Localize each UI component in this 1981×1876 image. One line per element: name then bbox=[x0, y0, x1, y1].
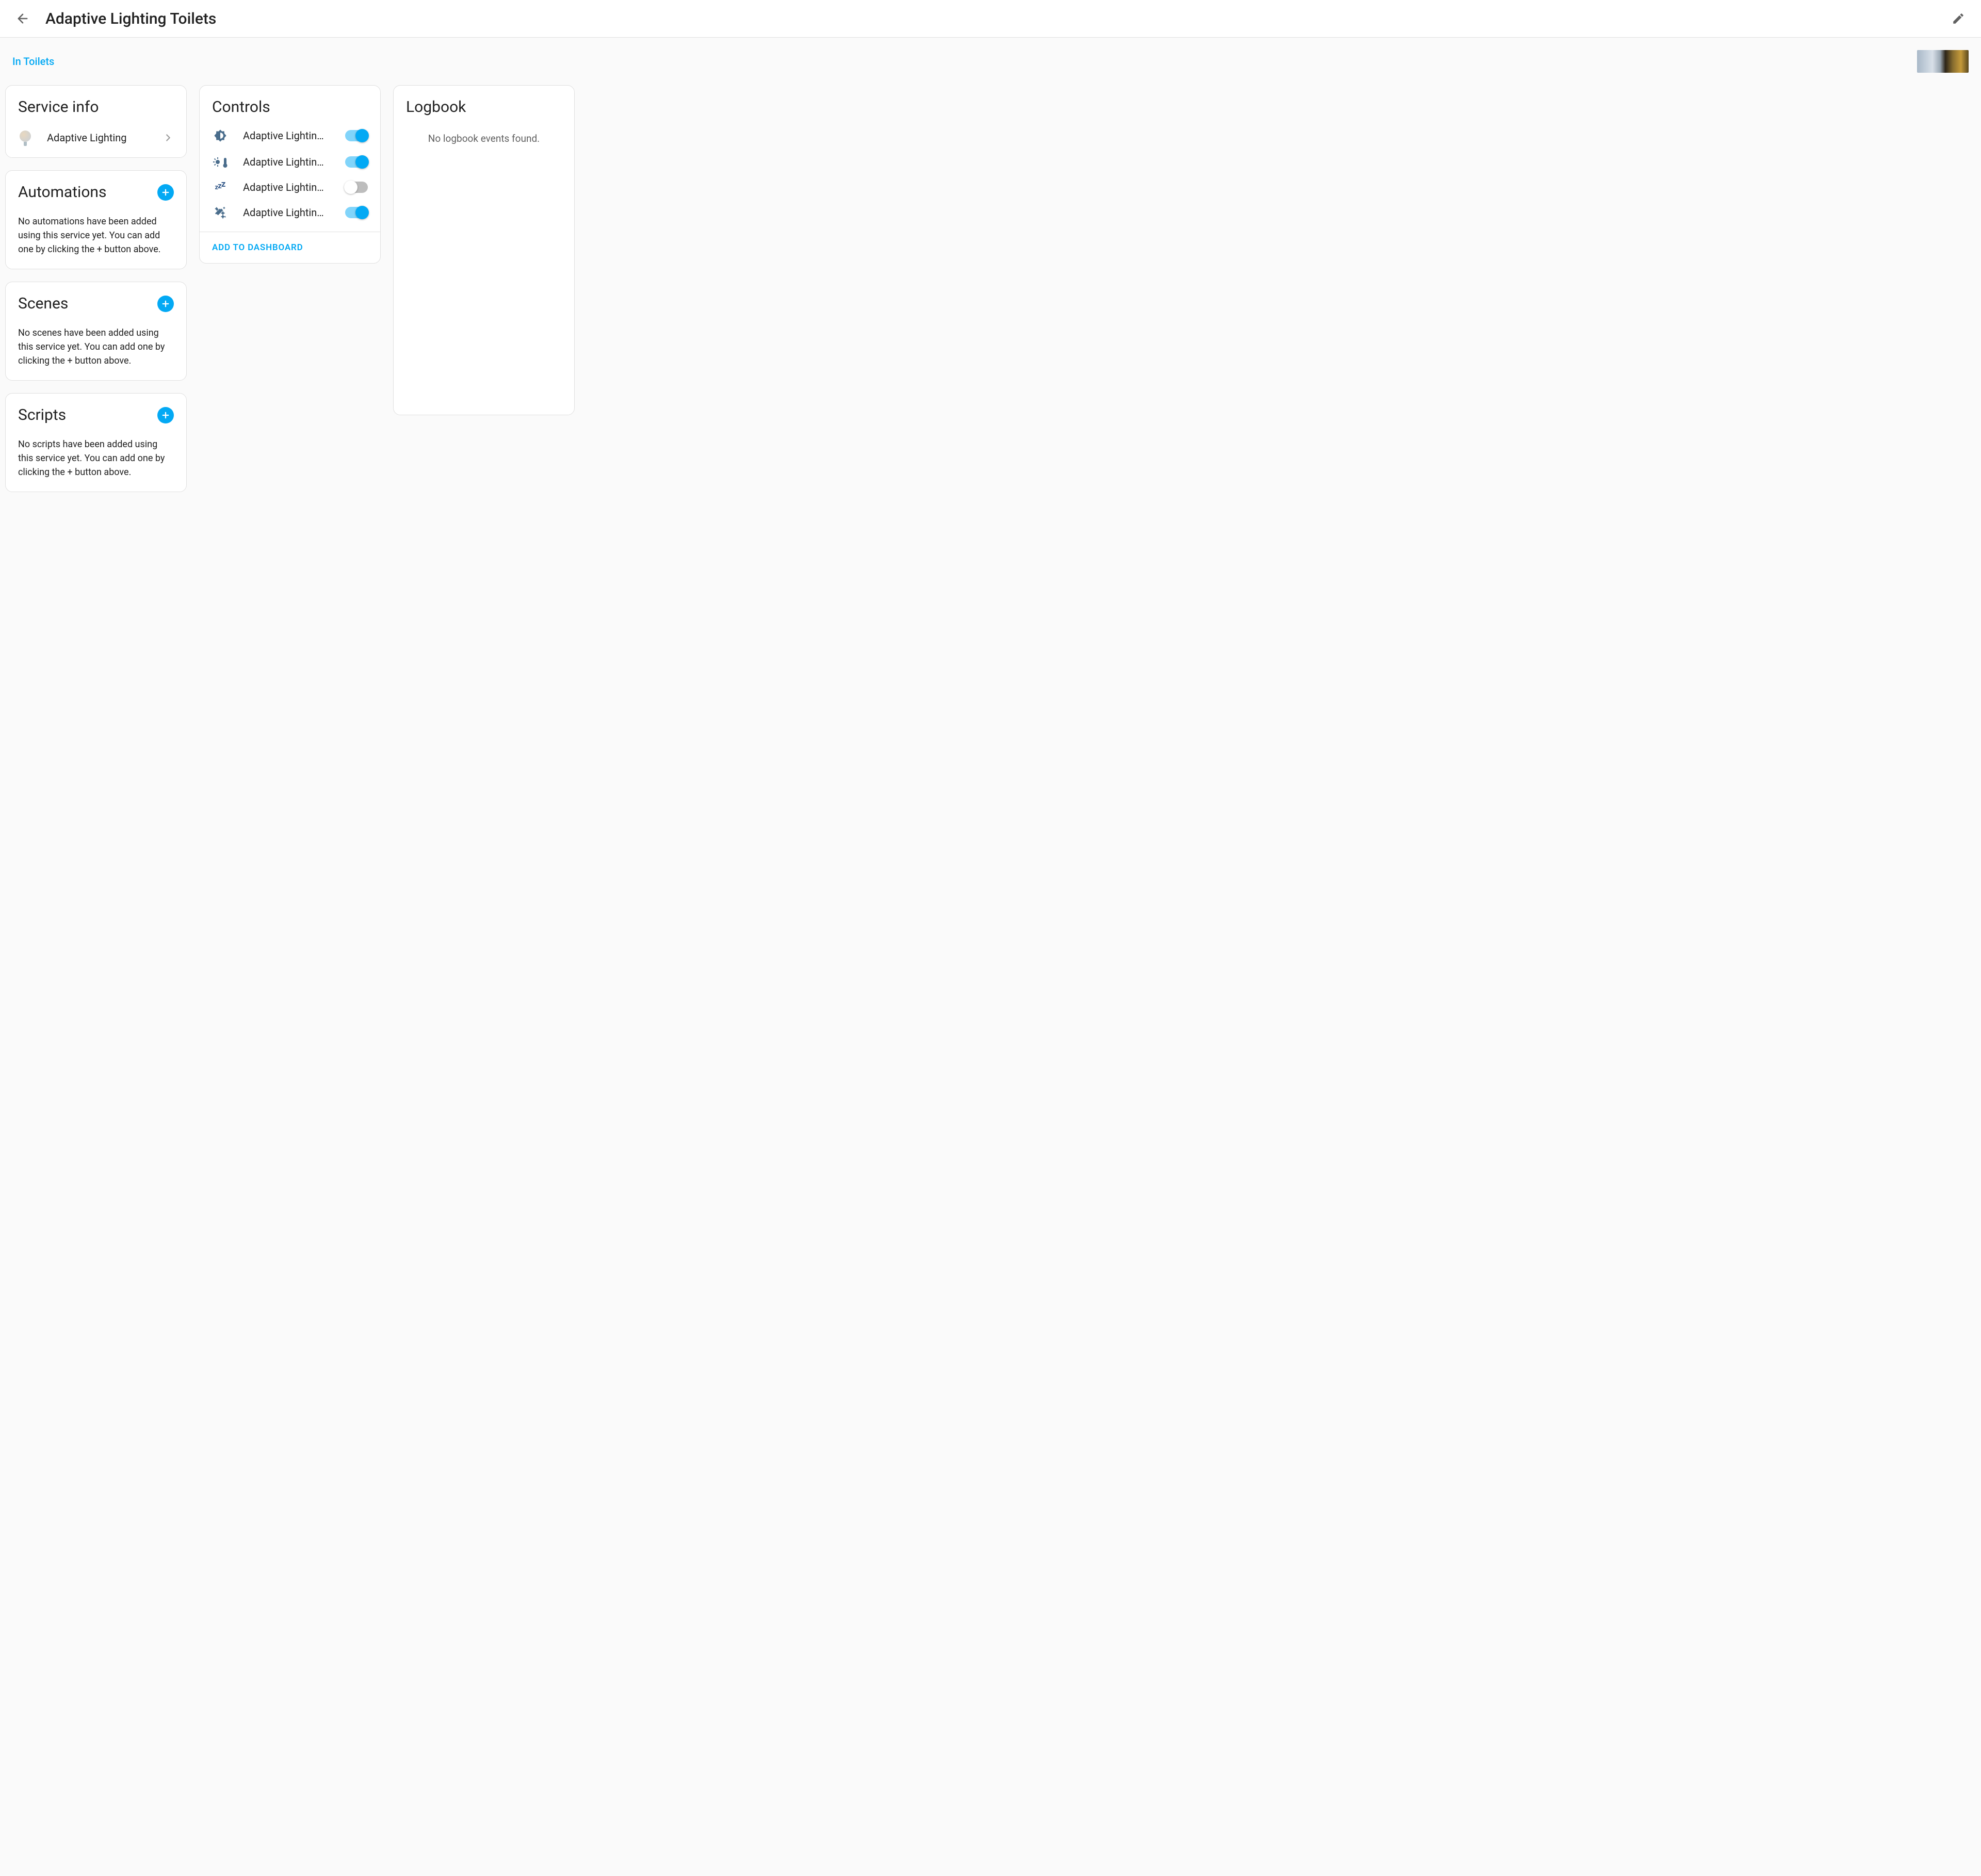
content-grid: Service info Adaptive Lighting Automatio… bbox=[0, 85, 1981, 504]
control-row: Adaptive Lightin… bbox=[200, 122, 380, 149]
control-row: Adaptive Lightin… bbox=[200, 149, 380, 175]
scripts-empty-text: No scripts have been added using this se… bbox=[6, 436, 186, 492]
sleep-icon: zzz bbox=[212, 183, 229, 192]
breadcrumb-row: In Toilets bbox=[0, 38, 1981, 85]
logbook-title: Logbook bbox=[394, 86, 574, 120]
service-info-row[interactable]: Adaptive Lighting bbox=[6, 120, 186, 157]
lightbulb-icon bbox=[18, 130, 33, 145]
column-right: Logbook No logbook events found. bbox=[393, 85, 575, 415]
scripts-title: Scripts bbox=[18, 406, 157, 424]
scripts-card: Scripts No scripts have been added using… bbox=[5, 393, 187, 492]
controls-title: Controls bbox=[200, 86, 380, 120]
service-info-title: Service info bbox=[6, 86, 186, 120]
back-button[interactable] bbox=[12, 8, 33, 29]
breadcrumb[interactable]: In Toilets bbox=[12, 55, 1917, 68]
chevron-right-icon bbox=[163, 132, 174, 143]
add-automation-button[interactable] bbox=[157, 184, 174, 201]
column-middle: Controls Adaptive Lightin… Adaptive Ligh… bbox=[199, 85, 381, 264]
add-script-button[interactable] bbox=[157, 407, 174, 423]
controls-card: Controls Adaptive Lightin… Adaptive Ligh… bbox=[199, 85, 381, 264]
color-temp-icon bbox=[212, 155, 229, 169]
control-label: Adaptive Lightin… bbox=[243, 181, 345, 193]
automations-empty-text: No automations have been added using thi… bbox=[6, 214, 186, 269]
automations-title: Automations bbox=[18, 183, 157, 201]
auto-fix-icon bbox=[212, 206, 229, 219]
controls-list: Adaptive Lightin… Adaptive Lightin… zzz … bbox=[200, 120, 380, 232]
control-toggle[interactable] bbox=[345, 130, 368, 141]
control-label: Adaptive Lightin… bbox=[243, 206, 345, 219]
control-toggle[interactable] bbox=[345, 182, 368, 193]
brightness-icon bbox=[212, 128, 229, 143]
column-left: Service info Adaptive Lighting Automatio… bbox=[5, 85, 187, 492]
page-title: Adaptive Lighting Toilets bbox=[45, 10, 1948, 28]
controls-footer: ADD TO DASHBOARD bbox=[200, 232, 380, 263]
service-name: Adaptive Lighting bbox=[47, 132, 163, 144]
plus-icon bbox=[161, 299, 170, 308]
pencil-icon bbox=[1952, 12, 1965, 25]
scenes-empty-text: No scenes have been added using this ser… bbox=[6, 325, 186, 380]
control-label: Adaptive Lightin… bbox=[243, 129, 345, 142]
add-to-dashboard-button[interactable]: ADD TO DASHBOARD bbox=[212, 242, 303, 253]
logbook-card: Logbook No logbook events found. bbox=[393, 85, 575, 415]
automations-card: Automations No automations have been add… bbox=[5, 170, 187, 269]
plus-icon bbox=[161, 188, 170, 197]
control-toggle[interactable] bbox=[345, 207, 368, 218]
plus-icon bbox=[161, 411, 170, 420]
service-info-card: Service info Adaptive Lighting bbox=[5, 85, 187, 158]
arrow-left-icon bbox=[15, 11, 30, 26]
app-header: Adaptive Lighting Toilets bbox=[0, 0, 1981, 38]
scenes-card: Scenes No scenes have been added using t… bbox=[5, 282, 187, 381]
control-toggle[interactable] bbox=[345, 156, 368, 168]
control-row: Adaptive Lightin… bbox=[200, 200, 380, 225]
area-thumbnail[interactable] bbox=[1917, 50, 1969, 73]
control-row: zzz Adaptive Lightin… bbox=[200, 175, 380, 200]
add-scene-button[interactable] bbox=[157, 296, 174, 312]
logbook-empty-text: No logbook events found. bbox=[394, 120, 574, 157]
scenes-title: Scenes bbox=[18, 295, 157, 313]
edit-button[interactable] bbox=[1948, 8, 1969, 29]
control-label: Adaptive Lightin… bbox=[243, 156, 345, 168]
